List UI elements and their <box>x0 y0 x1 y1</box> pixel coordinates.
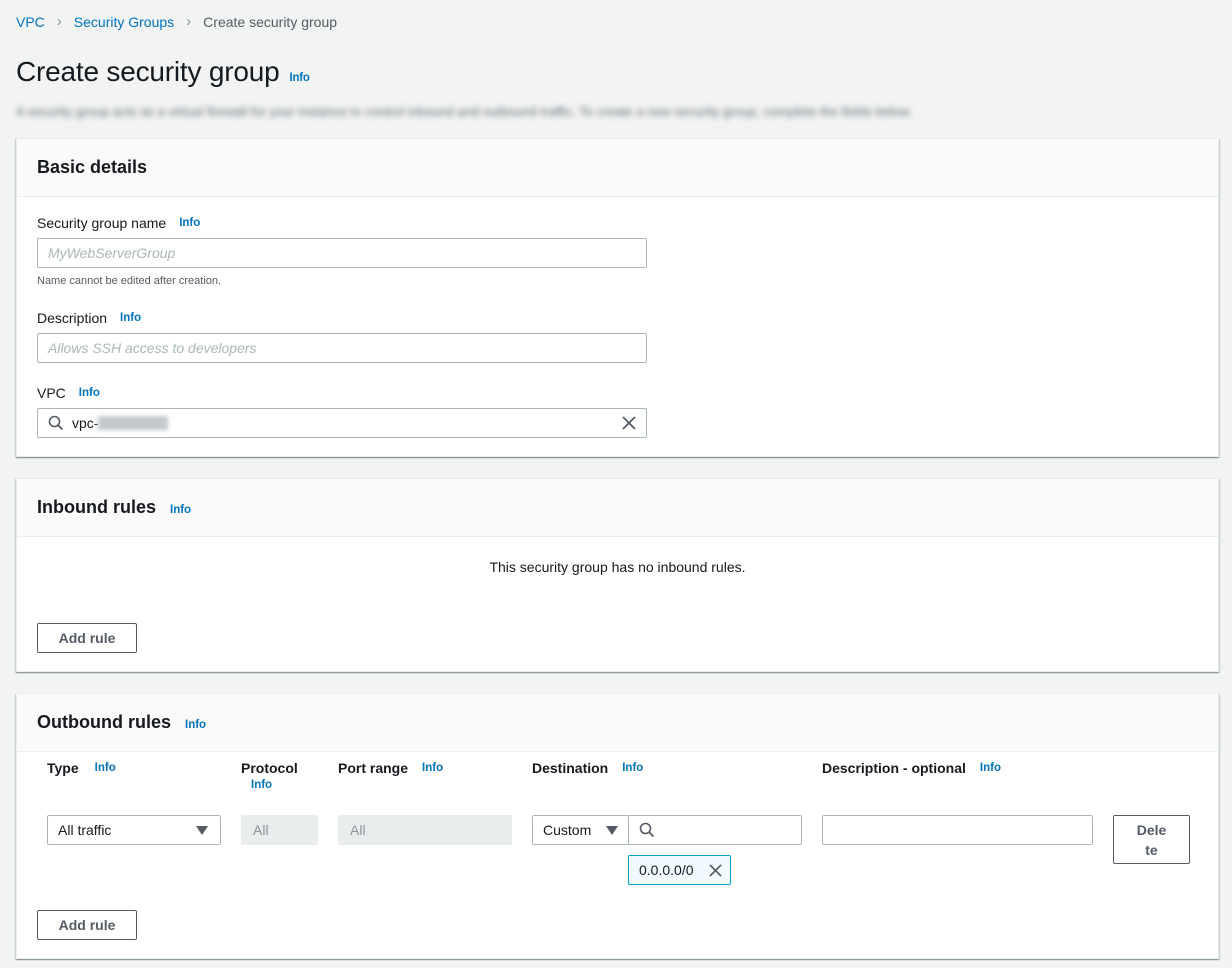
type-info-link[interactable]: Info <box>95 762 116 774</box>
inbound-info-link[interactable]: Info <box>170 504 191 516</box>
delete-label-line-2: te <box>1145 841 1158 858</box>
destination-search-input[interactable] <box>628 815 802 845</box>
security-group-name-input[interactable]: MyWebServerGroup <box>37 238 647 268</box>
col-port-label: Port range <box>338 760 409 776</box>
col-type-label: Type <box>47 760 79 776</box>
search-icon <box>48 415 64 431</box>
inbound-add-rule-button[interactable]: Add rule <box>37 623 137 653</box>
page-title: Create security group Info <box>16 56 310 88</box>
description-placeholder: Allows SSH access to developers <box>48 340 257 356</box>
panel-title: Basic details <box>37 157 148 177</box>
destination-info-link[interactable]: Info <box>622 762 643 774</box>
port-info-link[interactable]: Info <box>422 762 443 774</box>
name-hint: Name cannot be edited after creation. <box>37 275 222 287</box>
vpc-id-redacted <box>98 416 169 430</box>
basic-details-panel: Basic details Security group name Info M… <box>16 138 1219 457</box>
chevron-right-icon: › <box>56 13 62 30</box>
protocol-field: All <box>241 815 318 845</box>
inbound-empty-message: This security group has no inbound rules… <box>489 559 746 575</box>
vpc-label: VPC Info <box>37 385 100 401</box>
description-info-link[interactable]: Info <box>120 312 141 324</box>
vpc-select-input[interactable]: vpc- <box>37 408 647 438</box>
outbound-rules-panel: Outbound rules Info Type Info Protocol I… <box>16 693 1219 959</box>
caret-down-icon <box>196 826 208 835</box>
caret-down-icon <box>606 826 618 835</box>
destination-type-select[interactable]: Custom <box>532 815 629 845</box>
protocol-info-link[interactable]: Info <box>251 779 298 791</box>
name-info-link[interactable]: Info <box>179 217 200 229</box>
col-protocol-label: Protocol <box>241 760 298 776</box>
outbound-add-rule-button[interactable]: Add rule <box>37 910 137 940</box>
port-range-field: All <box>338 815 512 845</box>
breadcrumb-security-groups[interactable]: Security Groups <box>74 13 174 31</box>
description-input[interactable]: Allows SSH access to developers <box>37 333 647 363</box>
type-value: All traffic <box>58 822 112 838</box>
chevron-right-icon: › <box>186 13 192 30</box>
vpc-label-text: VPC <box>37 385 66 401</box>
cidr-token: 0.0.0.0/0 <box>628 855 731 885</box>
panel-header: Basic details <box>17 139 1218 197</box>
name-placeholder: MyWebServerGroup <box>48 245 176 261</box>
breadcrumb: VPC › Security Groups › Create security … <box>16 13 337 31</box>
name-label: Security group name Info <box>37 215 200 231</box>
name-label-text: Security group name <box>37 215 167 231</box>
destination-type-value: Custom <box>543 822 592 838</box>
outbound-info-link[interactable]: Info <box>185 719 206 731</box>
col-description-label: Description - optional <box>822 760 966 776</box>
col-description-header: Description - optional Info <box>822 760 1001 776</box>
close-icon[interactable] <box>622 416 636 430</box>
panel-header: Inbound rules Info <box>17 479 1218 537</box>
breadcrumb-current: Create security group <box>203 14 338 30</box>
description-label-text: Description <box>37 310 108 326</box>
col-type-header: Type Info <box>47 760 116 776</box>
close-icon[interactable] <box>709 863 722 877</box>
vpc-info-link[interactable]: Info <box>79 387 100 399</box>
type-select[interactable]: All traffic <box>47 815 221 845</box>
panel-title: Inbound rules <box>37 497 156 517</box>
search-icon <box>639 822 655 838</box>
description-label: Description Info <box>37 310 141 326</box>
panel-title: Outbound rules <box>37 712 171 732</box>
delete-label-line-1: Dele <box>1136 821 1167 838</box>
panel-header: Outbound rules Info <box>17 694 1218 752</box>
col-destination-header: Destination Info <box>532 760 643 776</box>
page-title-text: Create security group <box>16 56 280 87</box>
inbound-rules-panel: Inbound rules Info This security group h… <box>16 478 1219 672</box>
breadcrumb-vpc[interactable]: VPC <box>16 13 45 31</box>
rule-description-input[interactable] <box>822 815 1093 845</box>
col-protocol-header: Protocol Info <box>241 760 298 791</box>
col-destination-label: Destination <box>532 760 609 776</box>
delete-rule-button[interactable]: Dele te <box>1113 815 1190 864</box>
vpc-value: vpc- <box>72 415 99 431</box>
cidr-token-value: 0.0.0.0/0 <box>639 862 694 878</box>
page-description: A security group acts as a virtual firew… <box>16 104 913 119</box>
page-info-link[interactable]: Info <box>289 72 309 84</box>
description-col-info-link[interactable]: Info <box>980 762 1001 774</box>
col-port-header: Port range Info <box>338 760 443 776</box>
